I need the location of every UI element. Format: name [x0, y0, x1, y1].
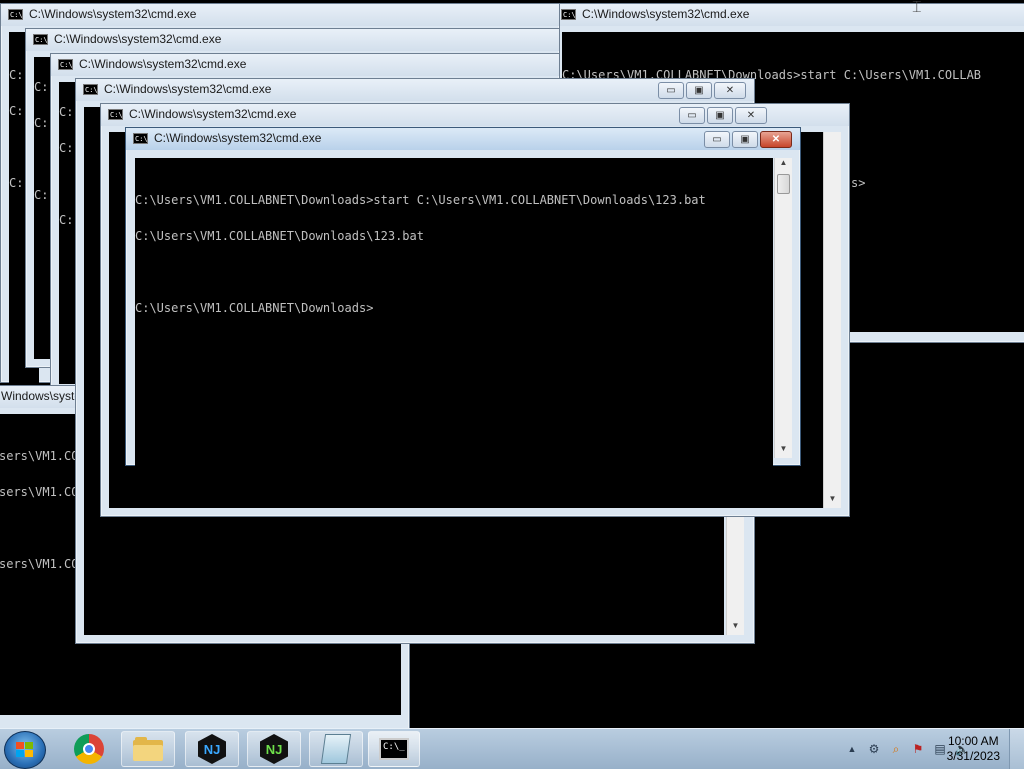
- taskbar-notepad[interactable]: [309, 731, 363, 767]
- scroll-down-icon[interactable]: ▼: [775, 444, 792, 458]
- taskbar-nj-green[interactable]: NJ: [247, 731, 301, 767]
- taskbar-explorer[interactable]: [121, 731, 175, 767]
- notepad-icon: [320, 734, 352, 764]
- titlebar[interactable]: C:\ C:\Windows\system32\cmd.exe: [554, 4, 1024, 26]
- window-controls: ▭ ▣ ✕: [658, 82, 746, 100]
- desktop: C:\ C:\Windows\system32\cmd.exe C:\Users…: [0, 0, 1024, 728]
- window-title: C:\Windows\system32\cmd.exe: [104, 82, 272, 96]
- flag-x-icon[interactable]: ⚑: [910, 741, 926, 757]
- cmd-window-active[interactable]: C:\ C:\Windows\system32\cmd.exe ▭ ▣ ✕ C:…: [125, 127, 801, 470]
- taskbar-chrome[interactable]: [62, 731, 116, 767]
- folder-icon: [133, 737, 163, 761]
- search-icon[interactable]: ⌕: [888, 741, 904, 757]
- console-line: C:\Users\VM1.COLLABNET\Downloads>start C…: [135, 193, 706, 207]
- scrollbar[interactable]: ▲ ▼: [774, 158, 792, 458]
- titlebar[interactable]: C:\ C:\Windows\system32\cmd.exe ▭ ▣ ✕: [101, 104, 849, 126]
- start-button[interactable]: [4, 731, 46, 769]
- window-title: C:\Windows\system32\cmd.exe: [154, 131, 322, 145]
- close-button[interactable]: ✕: [714, 82, 746, 99]
- clock[interactable]: 10:00 AM 3/31/2023: [947, 734, 1000, 764]
- windows-flag-icon: [16, 742, 34, 758]
- scroll-down-icon[interactable]: ▼: [824, 494, 841, 508]
- taskbar-nj-blue[interactable]: NJ: [185, 731, 239, 767]
- up-arrow-icon[interactable]: ▲: [844, 741, 860, 757]
- cmd-icon: C:\: [108, 109, 123, 120]
- cmd-icon: C:\: [8, 9, 23, 20]
- clock-time: 10:00 AM: [947, 734, 999, 748]
- window-title: C:\Windows\system32\cmd.exe: [79, 57, 247, 71]
- chrome-icon: [74, 734, 104, 764]
- console-line: C:\Users\VM1.COLLABNET\Downloads>: [135, 301, 374, 315]
- titlebar[interactable]: C:\ C:\Windows\system32\cmd.exe: [1, 4, 559, 26]
- window-title: C:\Windows\system32\cmd.exe: [582, 7, 750, 21]
- close-button[interactable]: ✕: [760, 131, 792, 148]
- network-icon[interactable]: ⚙: [866, 741, 882, 757]
- cmd-icon: C:\: [133, 133, 148, 144]
- scroll-down-icon[interactable]: ▼: [727, 621, 744, 635]
- console-output[interactable]: C:\Users\VM1.COLLABNET\Downloads>start C…: [135, 158, 773, 470]
- cmd-icon: C:\: [83, 84, 98, 95]
- cmd-icon: C:\: [561, 9, 576, 20]
- nj-icon: NJ: [198, 734, 226, 764]
- maximize-button[interactable]: ▣: [707, 107, 733, 124]
- cmd-icon: C:\_: [379, 738, 409, 760]
- window-title: C:\Windows\system32\cmd.exe: [29, 7, 197, 21]
- minimize-button[interactable]: ▭: [704, 131, 730, 148]
- close-button[interactable]: ✕: [735, 107, 767, 124]
- maximize-button[interactable]: ▣: [732, 131, 758, 148]
- window-title: C:\Windows\system32\cmd.exe: [54, 32, 222, 46]
- minimize-button[interactable]: ▭: [658, 82, 684, 99]
- console-line: C:\Users\VM1.COLLABNET\Downloads\123.bat: [135, 229, 424, 243]
- titlebar[interactable]: C:\ C:\Windows\system32\cmd.exe ▭ ▣ ✕: [126, 128, 800, 150]
- text-cursor-icon: ⌶: [912, 0, 922, 16]
- window-controls: ▭ ▣ ✕: [679, 107, 767, 125]
- window-title: C:\Windows\system32\cmd.exe: [129, 107, 297, 121]
- monitor-icon[interactable]: ▤: [932, 741, 948, 757]
- maximize-button[interactable]: ▣: [686, 82, 712, 99]
- cmd-icon: C:\: [58, 59, 73, 70]
- nj-icon: NJ: [260, 734, 288, 764]
- clock-date: 3/31/2023: [946, 749, 1000, 763]
- titlebar[interactable]: C:\ C:\Windows\system32\cmd.exe: [51, 54, 559, 76]
- titlebar[interactable]: C:\ C:\Windows\system32\cmd.exe ▭ ▣ ✕: [76, 79, 754, 101]
- cmd-icon: C:\: [33, 34, 48, 45]
- minimize-button[interactable]: ▭: [679, 107, 705, 124]
- window-title: Windows\syste: [1, 389, 82, 403]
- scroll-thumb[interactable]: [777, 174, 790, 194]
- taskbar-cmd[interactable]: C:\_: [368, 731, 420, 767]
- show-desktop-button[interactable]: [1009, 729, 1024, 769]
- titlebar[interactable]: C:\ C:\Windows\system32\cmd.exe: [26, 29, 559, 51]
- window-controls: ▭ ▣ ✕: [704, 131, 792, 149]
- scroll-up-icon[interactable]: ▲: [775, 158, 792, 172]
- taskbar: NJ NJ C:\_ ▲ ⚙ ⌕ ⚑ ▤ 🔈 10:00 AM 3/31/202…: [0, 728, 1024, 769]
- scrollbar[interactable]: ▼: [823, 132, 841, 508]
